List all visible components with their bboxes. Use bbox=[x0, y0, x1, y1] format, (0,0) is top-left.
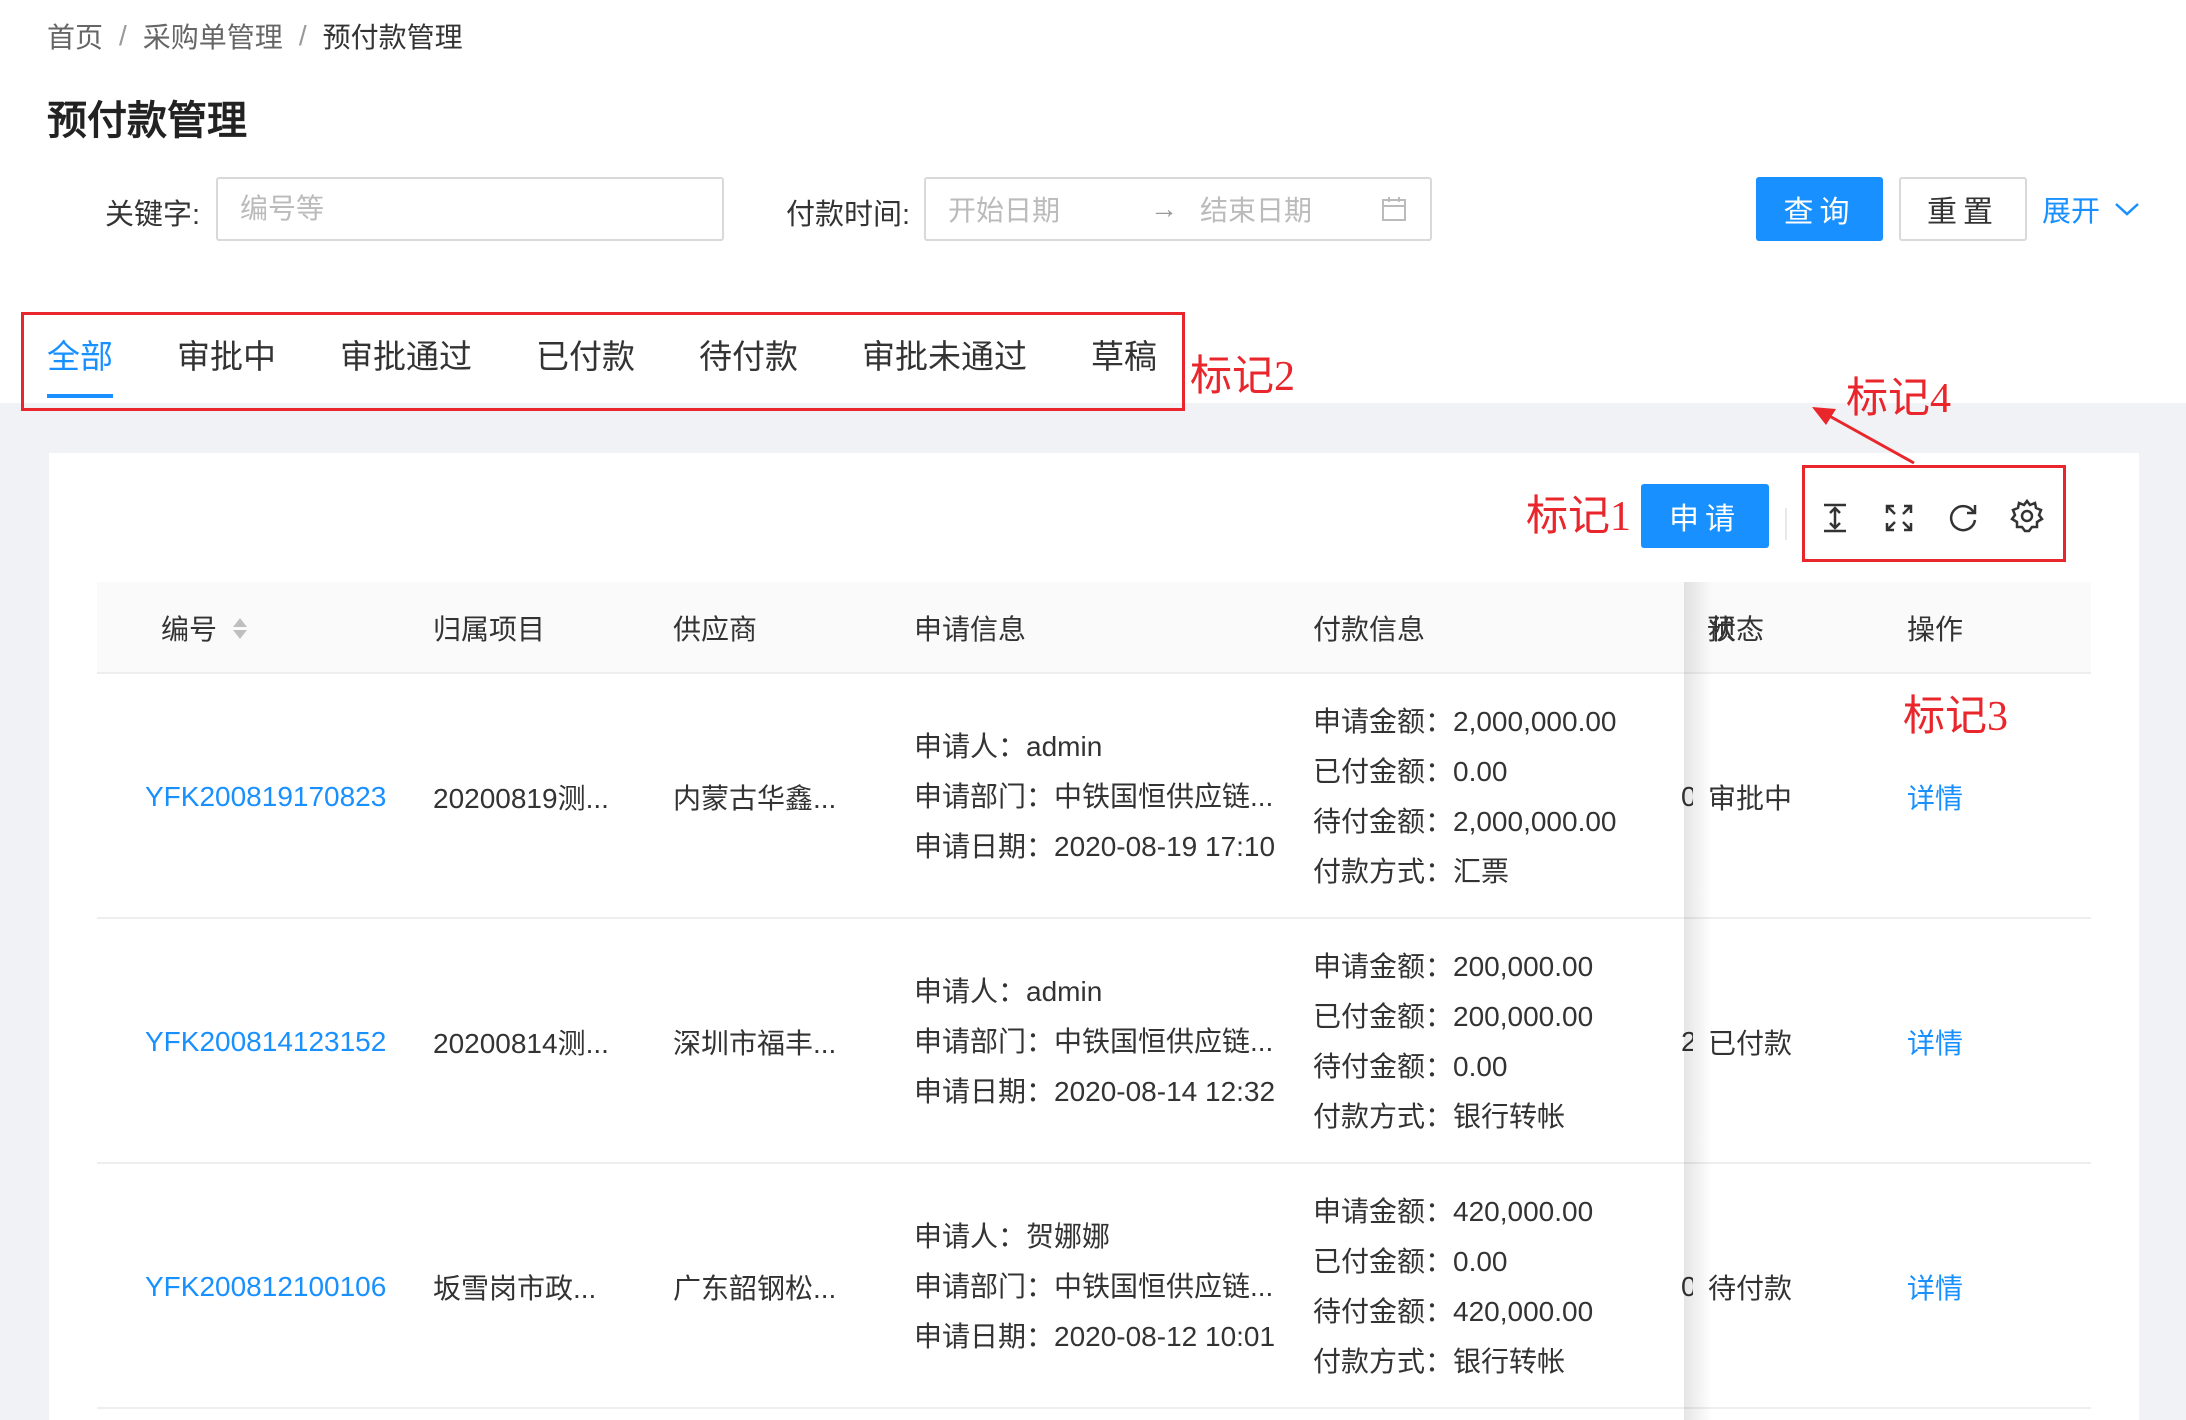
annotation-box-toolbar bbox=[1802, 465, 2066, 562]
table-row: YFK200812100106 坂雪岗市政... 广东韶钢松... 申请人：贺娜… bbox=[97, 1164, 2091, 1409]
annotation-arrow-icon bbox=[1812, 407, 1915, 465]
column-header-id-label: 编号 bbox=[161, 614, 218, 645]
order-id-link[interactable]: YFK200814123152 bbox=[145, 919, 386, 1164]
date-range-picker[interactable]: 开始日期 → 结束日期 bbox=[924, 177, 1432, 241]
payment-info-cell: 申请金额：200,000.00 已付金额：200,000.00 待付金额：0.0… bbox=[1313, 919, 1693, 1164]
status-cell: 待付款 bbox=[1708, 1272, 1793, 1304]
keyword-label: 关键字: bbox=[105, 199, 201, 231]
apply-person: 申请人：admin bbox=[914, 730, 1103, 762]
payment-info-cell: 申请金额：2,000,000.00 已付金额：0.00 待付金额：2,000,0… bbox=[1313, 674, 1693, 919]
apply-person: 申请人：贺娜娜 bbox=[914, 1220, 1111, 1252]
apply-info-cell: 申请人：admin 申请部门：中铁国恒供应链... 申请日期：2020-08-1… bbox=[914, 919, 1294, 1164]
reset-button[interactable]: 重置 bbox=[1899, 177, 2027, 241]
apply-department: 申请部门：中铁国恒供应链... bbox=[914, 1270, 1274, 1302]
page-title: 预付款管理 bbox=[47, 99, 247, 143]
apply-button[interactable]: 申请 bbox=[1641, 484, 1769, 548]
column-header-apply-info: 申请信息 bbox=[914, 614, 1027, 645]
payment-method: 付款方式：汇票 bbox=[1313, 855, 1510, 887]
fixed-column-shadow bbox=[1684, 582, 1712, 1420]
supplier-cell: 内蒙古华鑫... bbox=[673, 782, 837, 814]
pending-amount: 待付金额：0.00 bbox=[1313, 1050, 1508, 1082]
expand-toggle[interactable]: 展开 bbox=[2042, 188, 2140, 230]
column-header-supplier: 供应商 bbox=[673, 614, 758, 645]
annotation-mark2: 标记2 bbox=[1190, 354, 1296, 400]
column-header-payment-info: 付款信息 bbox=[1313, 614, 1426, 645]
column-header-project: 归属项目 bbox=[433, 614, 546, 645]
annotation-box-tabs bbox=[21, 312, 1185, 411]
table-header: 编号 归属项目 供应商 申请信息 付款信息 预 状态 操作 bbox=[97, 582, 2091, 674]
apply-date: 申请日期：2020-08-12 10:01 bbox=[914, 1320, 1276, 1352]
keyword-input[interactable] bbox=[216, 177, 724, 241]
column-header-id[interactable]: 编号 bbox=[161, 582, 248, 674]
breadcrumb: 首页 / 采购单管理 / 预付款管理 bbox=[47, 18, 463, 54]
breadcrumb-separator: / bbox=[119, 20, 127, 51]
paid-amount: 已付金额：0.00 bbox=[1313, 1245, 1508, 1277]
detail-link[interactable]: 详情 bbox=[1907, 1164, 1963, 1409]
apply-date: 申请日期：2020-08-14 12:32 bbox=[914, 1075, 1276, 1107]
column-header-action: 操作 bbox=[1907, 614, 1964, 645]
annotation-mark3: 标记3 bbox=[1903, 694, 2009, 740]
payment-info-cell: 申请金额：420,000.00 已付金额：0.00 待付金额：420,000.0… bbox=[1313, 1164, 1693, 1409]
order-id-link[interactable]: YFK200812100106 bbox=[145, 1164, 386, 1409]
toolbar-divider bbox=[1785, 508, 1787, 540]
column-header-status: 状态 bbox=[1708, 614, 1765, 645]
apply-amount: 申请金额：420,000.00 bbox=[1313, 1195, 1594, 1227]
apply-amount: 申请金额：200,000.00 bbox=[1313, 950, 1594, 982]
breadcrumb-purchase-orders[interactable]: 采购单管理 bbox=[143, 16, 283, 56]
table-row: YFK200819170823 20200819测... 内蒙古华鑫... 申请… bbox=[97, 674, 2091, 919]
paid-amount: 已付金额：0.00 bbox=[1313, 755, 1508, 787]
supplier-cell: 深圳市福丰... bbox=[673, 1027, 837, 1059]
payment-method: 付款方式：银行转帐 bbox=[1313, 1100, 1566, 1132]
calendar-icon bbox=[1382, 197, 1406, 221]
chevron-down-icon bbox=[2115, 203, 2139, 216]
apply-info-cell: 申请人：admin 申请部门：中铁国恒供应链... 申请日期：2020-08-1… bbox=[914, 674, 1294, 919]
breadcrumb-separator: / bbox=[298, 20, 307, 51]
annotation-mark1: 标记1 bbox=[1526, 494, 1632, 540]
project-cell: 坂雪岗市政... bbox=[433, 1272, 597, 1304]
table-row: YFK200814123152 20200814测... 深圳市福丰... 申请… bbox=[97, 919, 2091, 1164]
breadcrumb-current: 预付款管理 bbox=[322, 22, 463, 53]
payment-method: 付款方式：银行转帐 bbox=[1313, 1345, 1566, 1377]
expand-label: 展开 bbox=[2042, 196, 2101, 228]
apply-amount: 申请金额：2,000,000.00 bbox=[1313, 705, 1617, 737]
pending-amount: 待付金额：2,000,000.00 bbox=[1313, 805, 1617, 837]
order-id-link[interactable]: YFK200819170823 bbox=[145, 674, 386, 919]
apply-person: 申请人：admin bbox=[914, 975, 1103, 1007]
supplier-cell: 广东韶钢松... bbox=[673, 1272, 837, 1304]
range-arrow-icon: → bbox=[1150, 193, 1179, 224]
apply-info-cell: 申请人：贺娜娜 申请部门：中铁国恒供应链... 申请日期：2020-08-12 … bbox=[914, 1164, 1294, 1409]
status-cell: 审批中 bbox=[1708, 782, 1793, 814]
sort-icon[interactable] bbox=[233, 617, 248, 639]
payment-time-label: 付款时间: bbox=[786, 199, 911, 231]
start-date-input[interactable]: 开始日期 bbox=[948, 189, 1060, 229]
apply-date: 申请日期：2020-08-19 17:10 bbox=[914, 830, 1276, 862]
query-button[interactable]: 查询 bbox=[1756, 177, 1883, 241]
detail-link[interactable]: 详情 bbox=[1907, 919, 1963, 1164]
apply-department: 申请部门：中铁国恒供应链... bbox=[914, 1025, 1274, 1057]
end-date-input[interactable]: 结束日期 bbox=[1200, 189, 1312, 229]
status-cell: 已付款 bbox=[1708, 1027, 1793, 1059]
project-cell: 20200814测... bbox=[433, 1027, 609, 1059]
project-cell: 20200819测... bbox=[433, 782, 609, 814]
breadcrumb-home[interactable]: 首页 bbox=[47, 16, 103, 56]
paid-amount: 已付金额：200,000.00 bbox=[1313, 1000, 1594, 1032]
apply-department: 申请部门：中铁国恒供应链... bbox=[914, 780, 1274, 812]
pending-amount: 待付金额：420,000.00 bbox=[1313, 1295, 1594, 1327]
